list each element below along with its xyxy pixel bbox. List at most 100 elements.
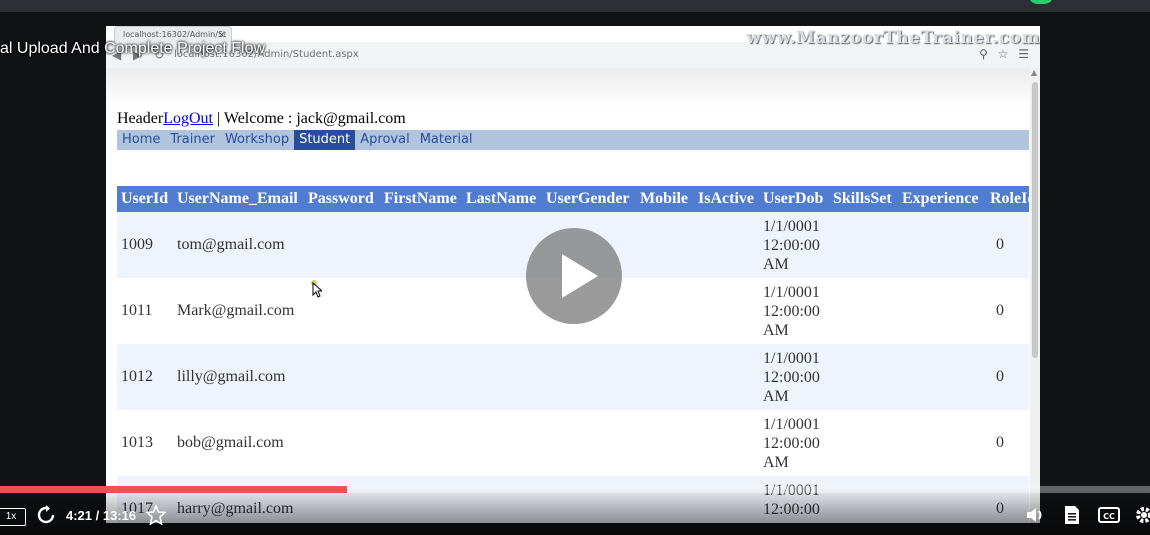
rewind-icon[interactable] [36, 505, 56, 525]
cell-userdob: 1/1/0001 12:00:00 AM [759, 344, 829, 410]
cell-password [304, 410, 380, 476]
cell-usergender [542, 344, 636, 410]
cell-firstname [380, 344, 462, 410]
progress-fill [0, 486, 348, 493]
cell-skillsset [829, 278, 898, 344]
column-header: UserName_Email [173, 186, 304, 212]
cell-lastname [462, 410, 542, 476]
browser-menu-icon[interactable]: ⚲ ☆ ☰ [979, 47, 1032, 61]
dob-line: 12:00:00 [763, 368, 820, 386]
menu-item-material[interactable]: Material [415, 130, 478, 150]
watermark: www.ManzoorTheTrainer.com [746, 28, 1040, 48]
main-menu: Home Trainer Workshop Student Aproval Materia… [117, 130, 1029, 150]
time-separator: / [92, 508, 103, 523]
dob-line: 12:00:00 [763, 236, 820, 254]
menu-item-trainer[interactable]: Trainer [165, 130, 220, 150]
cell-skillsset [829, 344, 898, 410]
column-header: LastName [462, 186, 542, 212]
current-time: 4:21 [66, 508, 93, 523]
dob-line: 1/1/0001 [763, 217, 820, 235]
cell-experience [898, 410, 986, 476]
dob-line: 12:00:00 [763, 302, 820, 320]
page-header: HeaderLogOut | Welcome : jack@gmail.com [117, 110, 406, 128]
dob-line: AM [763, 255, 789, 273]
cell-password [304, 344, 380, 410]
cell-userid: 1011 [117, 278, 173, 344]
cell-isactive [694, 212, 759, 278]
cell-skillsset [829, 212, 898, 278]
table-header-row: UserId UserName_Email Password FirstName Las… [117, 186, 1029, 212]
cell-isactive [694, 278, 759, 344]
column-header: UserId [117, 186, 173, 212]
page-scrollbar[interactable]: ▲ [1030, 68, 1040, 523]
table-row[interactable]: 1012 lilly@gmail.com 1/1/0001 12:00:00 AM 0 [117, 344, 1029, 410]
logout-link[interactable]: LogOut [163, 110, 213, 127]
cell-userdob: 1/1/0001 12:00:00 AM [759, 410, 829, 476]
cell-isactive [694, 410, 759, 476]
column-header: Password [304, 186, 380, 212]
cell-experience [898, 278, 986, 344]
cell-username_email: lilly@gmail.com [173, 344, 304, 410]
duration: 13:16 [102, 508, 137, 523]
menu-item-workshop[interactable]: Workshop [220, 130, 294, 150]
cell-password [304, 212, 380, 278]
cell-experience [898, 212, 986, 278]
cell-mobile [636, 278, 694, 344]
cell-mobile [636, 410, 694, 476]
column-header: FirstName [380, 186, 462, 212]
browser-tab-title: localhost:16302/Admin/St [123, 30, 227, 39]
top-strip [0, 0, 1150, 12]
captions-icon[interactable]: CC [1098, 505, 1120, 525]
scroll-up-icon[interactable]: ▲ [1031, 68, 1037, 77]
cell-roleid: 0 [986, 344, 1029, 410]
cell-username_email: tom@gmail.com [173, 212, 304, 278]
dob-line: 12:00:00 [763, 434, 820, 452]
menu-item-home[interactable]: Home [117, 130, 165, 150]
dob-line: AM [763, 321, 789, 339]
transcript-icon[interactable] [1063, 505, 1081, 525]
column-header: UserGender [542, 186, 636, 212]
mouse-cursor-icon [311, 280, 322, 298]
video-controls: 1x 4:21 / 13:16 CC [0, 486, 1150, 535]
volume-icon[interactable] [1025, 505, 1047, 525]
column-header: RoleId [986, 186, 1029, 212]
video-title: al Upload And Complete Project Flow [0, 40, 266, 57]
column-header: UserDob [759, 186, 829, 212]
cell-roleid: 0 [986, 278, 1029, 344]
dob-line: 1/1/0001 [763, 349, 820, 367]
play-icon [562, 254, 598, 298]
url-field[interactable]: localhost:16302/Admin/Student.aspx [174, 47, 974, 63]
header-text: Header [117, 110, 164, 127]
cell-firstname [380, 278, 462, 344]
bookmark-icon[interactable] [146, 505, 166, 525]
scrollbar-thumb[interactable] [1032, 82, 1038, 358]
menu-item-student[interactable]: Student [294, 130, 356, 150]
column-header: SkillsSet [829, 186, 898, 212]
time-display: 4:21 / 13:16 [66, 508, 136, 523]
column-header: Experience [898, 186, 986, 212]
cell-username_email: Mark@gmail.com [173, 278, 304, 344]
dob-line: AM [763, 387, 789, 405]
speed-button[interactable]: 1x [0, 508, 26, 526]
cell-firstname [380, 212, 462, 278]
cell-roleid: 0 [986, 410, 1029, 476]
cell-lastname [462, 344, 542, 410]
cell-userid: 1012 [117, 344, 173, 410]
status-dot [1028, 0, 1054, 4]
cell-username_email: bob@gmail.com [173, 410, 304, 476]
dob-line: AM [763, 453, 789, 471]
cell-mobile [636, 344, 694, 410]
menu-item-aproval[interactable]: Aproval [355, 130, 414, 150]
cell-userid: 1009 [117, 212, 173, 278]
table-row[interactable]: 1013 bob@gmail.com 1/1/0001 12:00:00 AM 0 [117, 410, 1029, 476]
cell-userdob: 1/1/0001 12:00:00 AM [759, 278, 829, 344]
cell-userdob: 1/1/0001 12:00:00 AM [759, 212, 829, 278]
svg-text:CC: CC [1103, 512, 1115, 521]
settings-gear-icon[interactable] [1134, 505, 1150, 525]
cell-userid: 1013 [117, 410, 173, 476]
progress-track[interactable] [0, 486, 1150, 493]
cell-experience [898, 344, 986, 410]
cell-roleid: 0 [986, 212, 1029, 278]
dob-line: 1/1/0001 [763, 283, 820, 301]
play-button[interactable] [526, 228, 622, 324]
